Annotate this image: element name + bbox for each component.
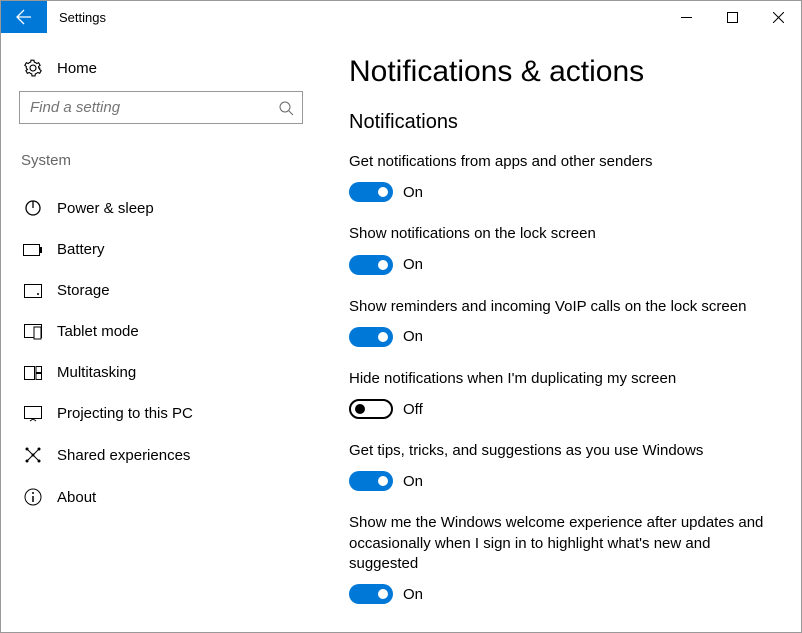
minimize-button[interactable] xyxy=(663,1,709,33)
toggle-state: On xyxy=(403,473,423,490)
sidebar: Home System Power & sleep Battery Storag… xyxy=(1,33,321,632)
arrow-left-icon xyxy=(16,9,32,25)
setting-row: Get tips, tricks, and suggestions as you… xyxy=(349,441,773,491)
toggle-state: On xyxy=(403,184,423,201)
toggle-knob xyxy=(378,476,388,486)
setting-label: Get tips, tricks, and suggestions as you… xyxy=(349,441,769,461)
sidebar-item-label: Battery xyxy=(57,241,105,258)
toggle-state: On xyxy=(403,256,423,273)
setting-label: Get notifications from apps and other se… xyxy=(349,152,769,172)
toggle-knob xyxy=(378,187,388,197)
sidebar-category: System xyxy=(19,152,303,169)
toggle-state: Off xyxy=(403,401,423,418)
multitasking-icon xyxy=(23,366,43,380)
toggle-state: On xyxy=(403,586,423,603)
sidebar-item-about[interactable]: About xyxy=(19,476,303,518)
main-panel: Notifications & actions Notifications Ge… xyxy=(321,33,801,632)
toggle-switch[interactable] xyxy=(349,584,393,604)
toggle-switch[interactable] xyxy=(349,471,393,491)
power-icon xyxy=(23,199,43,217)
sidebar-home[interactable]: Home xyxy=(19,53,303,91)
close-button[interactable] xyxy=(755,1,801,33)
projecting-icon xyxy=(23,406,43,422)
sidebar-item-label: Storage xyxy=(57,282,110,299)
toggle-knob xyxy=(355,404,365,414)
sidebar-item-projecting[interactable]: Projecting to this PC xyxy=(19,393,303,434)
sidebar-item-storage[interactable]: Storage xyxy=(19,270,303,311)
sidebar-item-battery[interactable]: Battery xyxy=(19,229,303,270)
minimize-icon xyxy=(681,12,692,23)
storage-icon xyxy=(23,284,43,298)
sidebar-home-label: Home xyxy=(57,60,97,77)
shared-icon xyxy=(23,446,43,464)
toggle-knob xyxy=(378,332,388,342)
toggle-switch[interactable] xyxy=(349,399,393,419)
toggle-switch[interactable] xyxy=(349,327,393,347)
search-input[interactable] xyxy=(19,91,303,124)
sidebar-item-label: Projecting to this PC xyxy=(57,405,193,422)
search-icon xyxy=(278,100,294,116)
toggle-knob xyxy=(378,589,388,599)
search-field[interactable] xyxy=(28,98,278,117)
tablet-icon xyxy=(23,324,43,340)
sidebar-item-label: Tablet mode xyxy=(57,323,139,340)
sidebar-item-shared[interactable]: Shared experiences xyxy=(19,434,303,476)
setting-label: Show reminders and incoming VoIP calls o… xyxy=(349,297,769,317)
window-controls xyxy=(663,1,801,33)
setting-row: Get notifications from apps and other se… xyxy=(349,152,773,202)
setting-label: Show notifications on the lock screen xyxy=(349,224,769,244)
sidebar-item-tablet-mode[interactable]: Tablet mode xyxy=(19,311,303,352)
toggle-state: On xyxy=(403,328,423,345)
info-icon xyxy=(23,488,43,506)
toggle-knob xyxy=(378,260,388,270)
setting-row: Show me the Windows welcome experience a… xyxy=(349,513,773,604)
sidebar-item-label: About xyxy=(57,489,96,506)
setting-row: Show reminders and incoming VoIP calls o… xyxy=(349,297,773,347)
window-title: Settings xyxy=(47,10,106,25)
maximize-button[interactable] xyxy=(709,1,755,33)
page-title: Notifications & actions xyxy=(349,55,773,89)
sidebar-item-multitasking[interactable]: Multitasking xyxy=(19,352,303,393)
sidebar-item-label: Multitasking xyxy=(57,364,136,381)
maximize-icon xyxy=(727,12,738,23)
gear-icon xyxy=(23,59,43,77)
sidebar-item-label: Power & sleep xyxy=(57,200,154,217)
toggle-switch[interactable] xyxy=(349,255,393,275)
sidebar-item-label: Shared experiences xyxy=(57,447,190,464)
close-icon xyxy=(773,12,784,23)
setting-label: Show me the Windows welcome experience a… xyxy=(349,513,769,574)
battery-icon xyxy=(23,244,43,256)
titlebar: Settings xyxy=(1,1,801,33)
setting-label: Hide notifications when I'm duplicating … xyxy=(349,369,769,389)
section-title: Notifications xyxy=(349,111,773,134)
sidebar-item-power-sleep[interactable]: Power & sleep xyxy=(19,187,303,229)
back-button[interactable] xyxy=(1,1,47,33)
setting-row: Show notifications on the lock screen On xyxy=(349,224,773,274)
setting-row: Hide notifications when I'm duplicating … xyxy=(349,369,773,419)
toggle-switch[interactable] xyxy=(349,182,393,202)
